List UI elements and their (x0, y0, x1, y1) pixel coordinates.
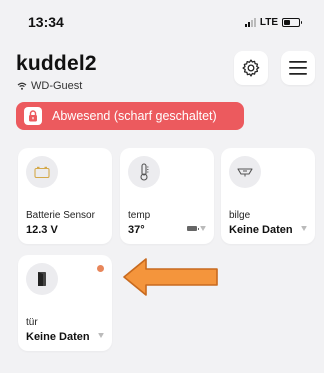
device-value: 12.3 V (26, 224, 58, 236)
device-value: Keine Daten (229, 224, 293, 236)
battery-icon (282, 17, 302, 27)
device-name: temp (128, 210, 151, 221)
wifi-icon (17, 82, 27, 90)
wifi-icon (98, 333, 104, 338)
battery-icon (187, 226, 199, 231)
device-tile-batterie-sensor[interactable]: Batterie Sensor 12.3 V (18, 148, 112, 244)
device-value: 37° (128, 224, 145, 236)
wifi-icon (200, 226, 206, 231)
settings-button[interactable] (234, 51, 268, 85)
device-name: bilge (229, 210, 251, 221)
device-tile-tur[interactable]: tür Keine Daten (18, 255, 112, 351)
device-tile-bilge[interactable]: bilge Keine Daten (221, 148, 315, 244)
left-arrow-icon (123, 258, 218, 296)
network-type: LTE (259, 16, 278, 28)
menu-button[interactable] (281, 51, 315, 85)
network-name: WD-Guest (31, 80, 83, 92)
alarm-status-label: Abwesend (scharf geschaltet) (52, 109, 217, 123)
hamburger-menu-icon (289, 61, 307, 75)
device-indicators (301, 226, 307, 231)
device-name: tür (26, 317, 38, 328)
status-time: 13:34 (28, 14, 64, 30)
device-tile-temp[interactable]: temp 37° (120, 148, 214, 244)
battery-sensor-icon (26, 156, 58, 188)
status-dot (97, 265, 104, 272)
alarm-status-banner[interactable]: Abwesend (scharf geschaltet) (16, 102, 244, 130)
device-value: Keine Daten (26, 331, 90, 343)
device-name: Batterie Sensor (26, 210, 95, 221)
lock-icon (24, 107, 42, 125)
signal-icon (244, 17, 256, 27)
status-indicators: LTE (244, 16, 302, 28)
status-bar: 13:34 LTE (0, 0, 324, 44)
device-indicators (98, 333, 104, 338)
device-indicators (187, 226, 206, 231)
door-icon (26, 263, 58, 295)
bilge-sensor-icon (229, 156, 261, 188)
wifi-icon (301, 226, 307, 231)
network-info: WD-Guest (17, 80, 82, 92)
page-title: kuddel2 (16, 52, 97, 75)
gear-icon (242, 59, 260, 77)
thermometer-icon (128, 156, 160, 188)
